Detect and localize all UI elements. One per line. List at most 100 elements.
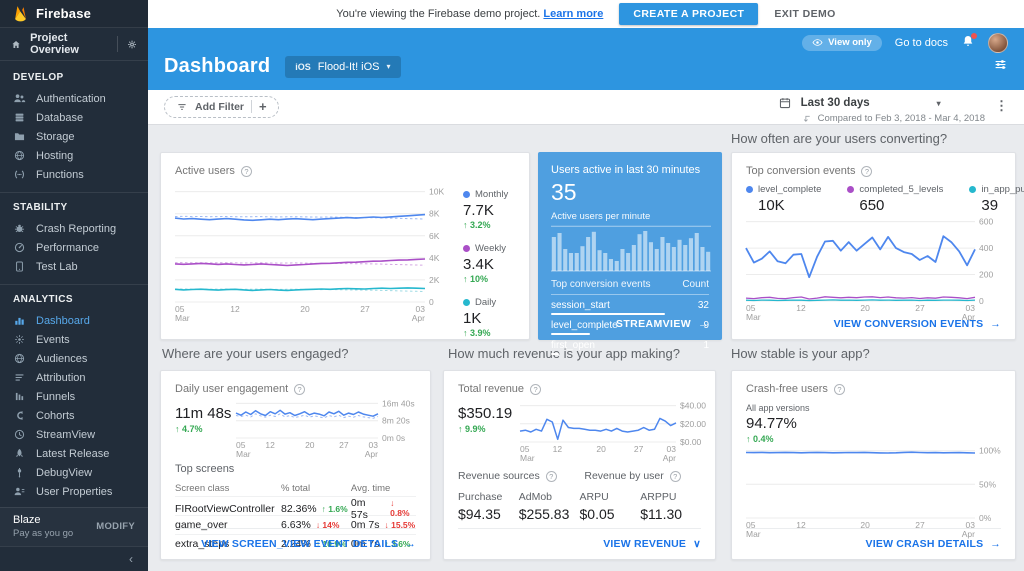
database-icon [13,111,26,124]
pct-delta: ↑ 1.6% [322,504,348,514]
sidebar-item-dashboard[interactable]: Dashboard [0,311,148,330]
sidebar-item-events[interactable]: Events [0,330,148,349]
users-icon [13,92,26,105]
svg-text:4K: 4K [429,253,440,263]
item-label: User Properties [36,486,112,498]
svg-text:27: 27 [360,304,370,314]
more-options-button[interactable]: ⋮ [995,96,1008,114]
screen-name: FIRootViewController [175,503,281,515]
sidebar-item-test-lab[interactable]: Test Lab [0,257,148,276]
sidebar-item-functions[interactable]: Functions [0,165,148,184]
sidebar-item-database[interactable]: Database [0,108,148,127]
sidebar-item-debugview[interactable]: DebugView [0,463,148,482]
event-name: first_open [551,340,595,351]
svg-text:0: 0 [979,296,984,306]
add-filter-button[interactable]: Add Filter + [164,96,279,118]
per-minute-label: Active users per minute [539,206,721,225]
sidebar-item-user-properties[interactable]: User Properties [0,482,148,501]
collapse-icon[interactable]: ‹ [129,552,133,566]
platform-badge: iOS [295,62,311,72]
firebase-logo-row[interactable]: Firebase [0,0,148,28]
sidebar-item-latest-release[interactable]: Latest Release [0,444,148,463]
stat-purchase: Purchase$94.35 [458,491,519,522]
help-icon[interactable]: ? [241,166,252,177]
sidebar-item-performance[interactable]: Performance [0,238,148,257]
help-icon[interactable]: ? [670,471,681,482]
view-crash-details-link[interactable]: VIEW CRASH DETAILS→ [866,538,1001,550]
item-label: Storage [36,131,75,143]
legend-dot [463,245,470,252]
legend-in-app-purchase: in_app_purchase 39 [969,184,1024,215]
customize-dashboard-button[interactable] [993,57,1008,77]
revenue-sparkline: $0.00$20.00$40.0005Mar12202703Apr [520,402,716,460]
card-title: Active users [175,165,235,177]
col-pct-total: % total [281,483,351,494]
crash-free-users-card: Crash-free users? All app versions 94.77… [731,370,1016,560]
gear-icon[interactable] [127,38,137,51]
item-label: Database [36,112,83,124]
date-range-selector[interactable]: Last 30 days ▾ [778,96,985,110]
help-icon[interactable]: ? [546,471,557,482]
comparison-range: Compared to Feb 3, 2018 - Mar 4, 2018 [778,113,985,124]
revenue-delta: ↑ 9.9% [458,424,512,434]
sidebar-item-funnels[interactable]: Funnels [0,387,148,406]
streamview-link[interactable]: STREAMVIEW→ [616,318,709,330]
plan-description: Pay as you go [13,528,73,539]
svg-text:20: 20 [860,303,870,313]
card-title: Users active in last 30 minutes [539,153,721,176]
sidebar-item-hosting[interactable]: Hosting [0,146,148,165]
help-icon[interactable]: ? [834,384,845,395]
item-label: Latest Release [36,448,109,460]
col-events: Top conversion events [551,279,651,290]
sidebar-item-crash-reporting[interactable]: Crash Reporting [0,219,148,238]
help-icon[interactable]: ? [861,166,872,177]
learn-more-link[interactable]: Learn more [543,8,603,20]
in-app-purchase-value: 39 [981,197,1024,214]
notifications-button[interactable] [961,34,975,53]
view-screen-view-details-link[interactable]: VIEW SCREEN_VIEW EVENT DETAILS→ [201,538,416,550]
create-project-button[interactable]: CREATE A PROJECT [619,3,758,25]
help-icon[interactable]: ? [530,384,541,395]
arrow-right-icon: → [990,318,1001,330]
svg-text:$20.00: $20.00 [680,419,706,429]
legend-daily: Daily 1K ↑ 3.9% [463,297,513,338]
view-only-badge: View only [802,35,882,51]
legend-dot [847,186,854,193]
sidebar-item-storage[interactable]: Storage [0,127,148,146]
arrow-right-icon: → [698,318,709,330]
divider [175,528,416,529]
weekly-value: 3.4K [463,256,513,273]
legend-monthly: Monthly 7.7K ↑ 3.2% [463,189,513,230]
modify-plan-button[interactable]: MODIFY [96,521,135,532]
svg-text:200: 200 [979,270,993,280]
app-selector[interactable]: iOS Flood-It! iOS ▾ [285,56,400,78]
view-conversion-events-link[interactable]: VIEW CONVERSION EVENTS→ [834,318,1001,330]
arrow-right-icon: → [405,538,416,550]
col-avg-time: Avg. time [351,483,416,494]
item-label: Authentication [36,93,106,105]
sidebar-item-authentication[interactable]: Authentication [0,89,148,108]
sidebar-item-streamview[interactable]: StreamView [0,425,148,444]
divider [746,528,1001,529]
sidebar-item-cohorts[interactable]: Cohorts [0,406,148,425]
svg-text:8K: 8K [429,209,440,219]
plan-name: Blaze [13,514,73,526]
conversions-chart: 020040060005Mar12202703Apr [746,219,1003,319]
sidebar-item-audiences[interactable]: Audiences [0,349,148,368]
sidebar-item-project-overview[interactable]: Project Overview [0,28,148,61]
event-name: level_complete [551,320,618,331]
sidebar-item-attribution[interactable]: Attribution [0,368,148,387]
item-label: Crash Reporting [36,223,116,235]
sidebar: Firebase Project Overview DEVELOP Authen… [0,0,148,571]
table-row: first_open 1 [551,335,709,355]
sidebar-collapse-row[interactable]: ‹ [0,546,148,571]
event-bar [551,333,590,335]
table-row: FIRootViewController 82.36%↑ 1.6% 0m 57s… [175,496,416,515]
card-title: Crash-free users [746,383,828,395]
go-to-docs-link[interactable]: Go to docs [895,37,948,49]
help-icon[interactable]: ? [294,384,305,395]
view-revenue-link[interactable]: VIEW REVENUE∨ [603,538,701,550]
avatar[interactable] [988,33,1008,53]
funnel-bars-icon [13,390,26,403]
exit-demo-button[interactable]: EXIT DEMO [774,8,835,20]
